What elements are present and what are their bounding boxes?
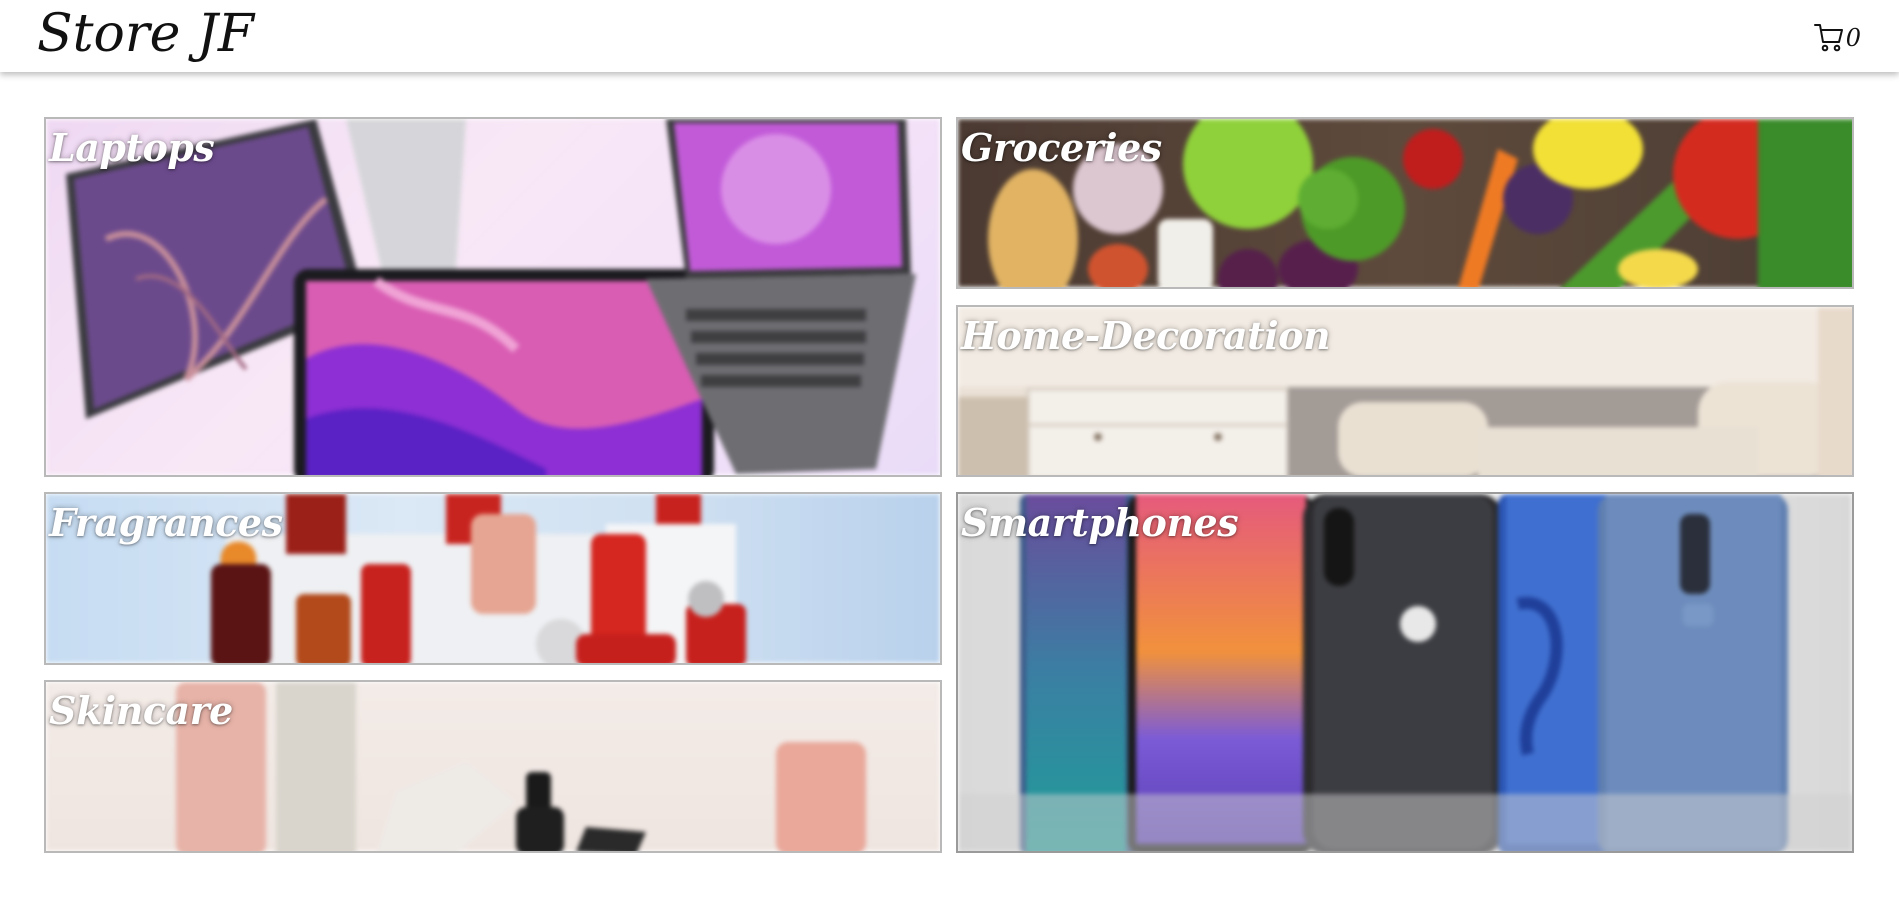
category-label-groceries: Groceries bbox=[961, 125, 1162, 170]
shopping-cart-icon bbox=[1813, 22, 1844, 54]
category-label-fragrances: Fragrances bbox=[49, 500, 283, 545]
laptops-image bbox=[46, 119, 940, 475]
category-tile-fragrances[interactable]: Fragrances bbox=[44, 492, 942, 665]
category-tile-skincare[interactable]: Skincare bbox=[44, 680, 942, 853]
category-label-skincare: Skincare bbox=[49, 688, 233, 733]
category-tile-groceries[interactable]: Groceries bbox=[956, 117, 1854, 289]
store-logo[interactable]: Store JF bbox=[37, 2, 254, 66]
category-tile-smartphones[interactable]: Smartphones bbox=[956, 492, 1854, 853]
smartphones-image bbox=[958, 494, 1852, 851]
category-tile-laptops[interactable]: Laptops bbox=[44, 117, 942, 477]
category-label-laptops: Laptops bbox=[49, 125, 215, 170]
cart-button[interactable]: 0 bbox=[1813, 22, 1861, 54]
category-tile-home-decoration[interactable]: Home-Decoration bbox=[956, 305, 1854, 477]
category-label-smartphones: Smartphones bbox=[961, 500, 1239, 545]
cart-count: 0 bbox=[1845, 24, 1861, 52]
top-header: Store JF 0 bbox=[0, 0, 1899, 72]
category-label-home-decoration: Home-Decoration bbox=[961, 313, 1331, 358]
